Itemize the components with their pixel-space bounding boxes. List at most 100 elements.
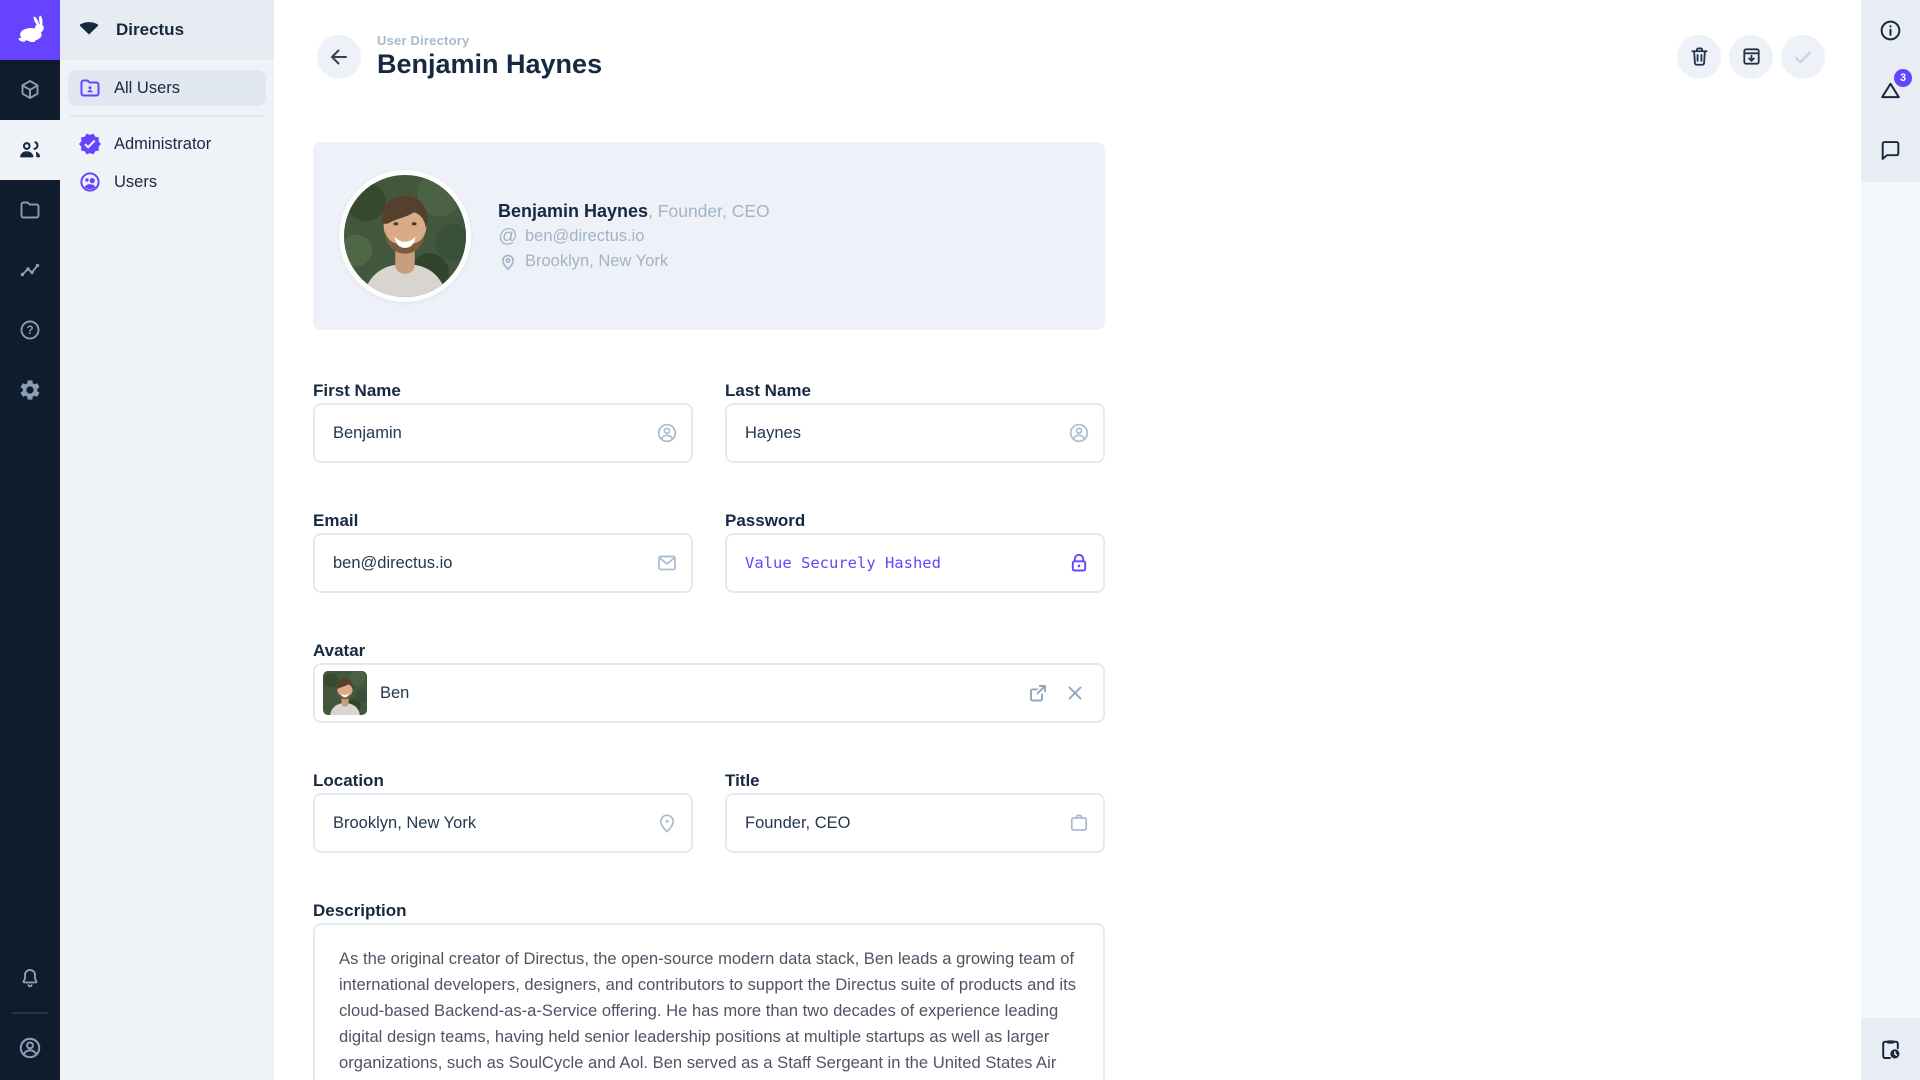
activity-toggle-button[interactable]	[1861, 1019, 1920, 1079]
password-input[interactable]	[725, 533, 1105, 593]
last-name-input[interactable]	[725, 403, 1105, 463]
folder-user-icon	[78, 76, 102, 100]
launch-icon[interactable]	[1026, 681, 1050, 705]
project-name: Directus	[116, 20, 184, 40]
module-user-directory[interactable]	[0, 120, 60, 180]
account-menu-button[interactable]	[0, 1018, 60, 1078]
comments-sidebar-button[interactable]	[1861, 120, 1920, 180]
module-content[interactable]	[0, 60, 60, 120]
cube-icon	[18, 78, 42, 102]
comment-icon	[1878, 138, 1903, 163]
avatar-file-name: Ben	[380, 684, 409, 703]
insights-icon	[18, 258, 42, 282]
module-bar-spacer	[0, 420, 60, 948]
nav-divider	[70, 115, 264, 117]
nav-item-administrator[interactable]: Administrator	[68, 126, 266, 162]
archive-icon	[1740, 45, 1763, 68]
archive-button[interactable]	[1729, 35, 1773, 79]
page-title: Benjamin Haynes	[377, 49, 602, 80]
folder-icon	[18, 198, 42, 222]
module-file-library[interactable]	[0, 180, 60, 240]
field-label: Title	[725, 771, 1105, 791]
info-sidebar-button[interactable]	[1861, 0, 1920, 60]
avatar-actions	[1026, 681, 1087, 705]
field-label: Location	[313, 771, 693, 791]
field-label: First Name	[313, 381, 693, 401]
revisions-sidebar-button[interactable]: 3	[1861, 60, 1920, 120]
nav-item-label: All Users	[114, 79, 180, 98]
field-title: Title	[725, 771, 1105, 853]
module-bar-divider	[12, 1012, 48, 1014]
users-icon	[17, 137, 43, 163]
module-documentation[interactable]: ?	[0, 300, 60, 360]
info-icon	[1878, 18, 1903, 43]
user-card-location-line: Brooklyn, New York	[498, 252, 770, 272]
field-description: Description As the original creator of D…	[313, 901, 1105, 1080]
right-sidebar: 3	[1861, 0, 1920, 1080]
account-circle-icon	[17, 1035, 43, 1061]
field-avatar: Avatar	[313, 641, 1105, 723]
form-row: Location Title	[313, 771, 1105, 853]
arrow-left-icon	[327, 45, 351, 69]
nav-item-all-users[interactable]: All Users	[68, 70, 266, 106]
description-textarea[interactable]: As the original creator of Directus, the…	[313, 923, 1105, 1080]
title-block: User Directory Benjamin Haynes	[377, 33, 602, 80]
user-avatar-photo	[339, 170, 471, 302]
field-location: Location	[313, 771, 693, 853]
sidebar-sections: 3	[1861, 0, 1920, 182]
email-input[interactable]	[313, 533, 693, 593]
first-name-input[interactable]	[313, 403, 693, 463]
bell-icon	[18, 966, 42, 990]
page-header: User Directory Benjamin Haynes	[317, 33, 1825, 80]
clipboard-clock-icon	[1878, 1037, 1903, 1062]
avatar-file-input[interactable]: Ben	[313, 663, 1105, 723]
header-actions	[1677, 35, 1825, 79]
user-card-info: Benjamin Haynes, Founder, CEO @ ben@dire…	[498, 201, 770, 272]
project-chooser[interactable]: Directus	[60, 0, 274, 60]
field-label: Last Name	[725, 381, 1105, 401]
trash-icon	[1688, 45, 1711, 68]
sidebar-footer	[1861, 1018, 1920, 1080]
title-input[interactable]	[725, 793, 1105, 853]
rabbit-logo-icon	[13, 13, 47, 47]
description-text: As the original creator of Directus, the…	[339, 946, 1079, 1080]
map-pin-icon	[498, 252, 518, 272]
gear-icon	[18, 378, 42, 402]
form-row: Description As the original creator of D…	[313, 901, 1105, 1080]
user-card: Benjamin Haynes, Founder, CEO @ ben@dire…	[313, 142, 1105, 330]
form-row: Avatar	[313, 641, 1105, 723]
close-icon[interactable]	[1063, 681, 1087, 705]
field-email: Email	[313, 511, 693, 593]
field-first-name: First Name	[313, 381, 693, 463]
field-label: Description	[313, 901, 1105, 921]
nav-item-label: Users	[114, 173, 157, 192]
module-insights[interactable]	[0, 240, 60, 300]
svg-text:?: ?	[26, 325, 33, 337]
user-card-role: , Founder, CEO	[648, 201, 770, 221]
module-settings[interactable]	[0, 360, 60, 420]
main-content: User Directory Benjamin Haynes	[274, 0, 1861, 1080]
field-label: Password	[725, 511, 1105, 531]
form-row: First Name Last Name	[313, 381, 1105, 463]
form-content: Benjamin Haynes, Founder, CEO @ ben@dire…	[313, 80, 1105, 1080]
nav-sidebar: Directus All Users Administrator	[60, 0, 274, 1080]
form-row: Email Password	[313, 511, 1105, 593]
notifications-button[interactable]	[0, 948, 60, 1008]
avatar-thumbnail[interactable]	[323, 671, 367, 715]
user-card-email: ben@directus.io	[525, 227, 644, 246]
location-input[interactable]	[313, 793, 693, 853]
supervised-user-icon	[78, 170, 102, 194]
user-card-email-line: @ ben@directus.io	[498, 227, 770, 247]
project-status-icon	[76, 17, 102, 43]
nav-item-label: Administrator	[114, 135, 211, 154]
back-button[interactable]	[317, 35, 361, 79]
delete-button[interactable]	[1677, 35, 1721, 79]
revisions-count-badge: 3	[1894, 69, 1912, 87]
user-card-location: Brooklyn, New York	[525, 252, 668, 271]
field-label: Avatar	[313, 641, 1105, 661]
nav-item-users[interactable]: Users	[68, 164, 266, 200]
sidebar-spacer	[1861, 182, 1920, 1018]
field-label: Email	[313, 511, 693, 531]
save-button[interactable]	[1781, 35, 1825, 79]
directus-logo[interactable]	[0, 0, 60, 60]
